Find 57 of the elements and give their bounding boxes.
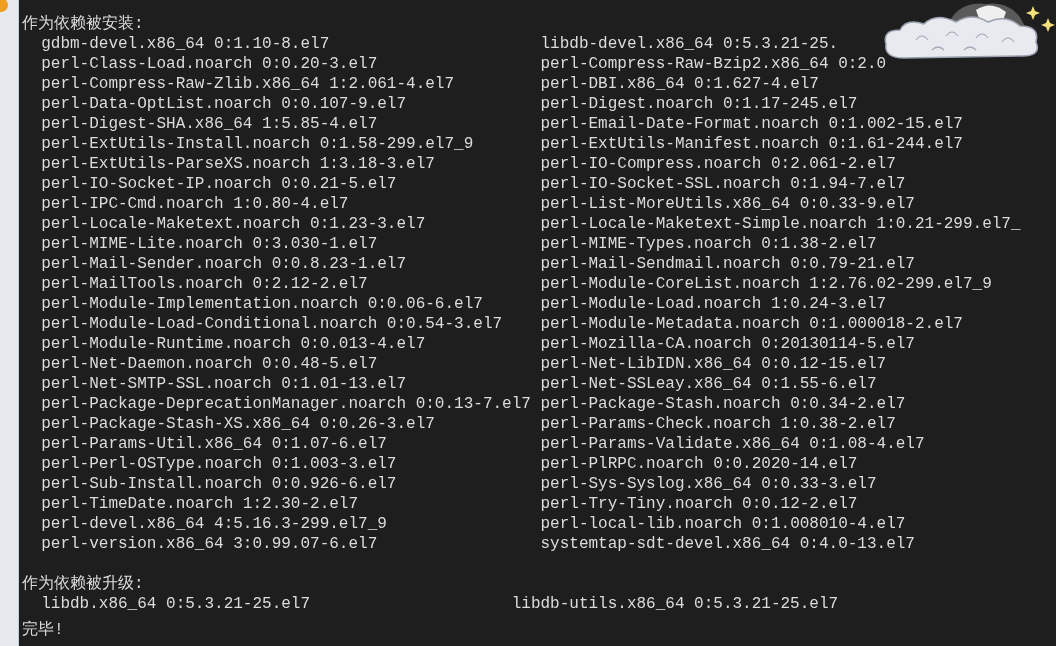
package-name: perl-devel.x86_64 4:5.16.3-299.el7_9 bbox=[41, 514, 387, 534]
package-name: perl-Module-CoreList.noarch 1:2.76.02-299.el7_9 bbox=[540, 274, 992, 294]
package-name: perl-Net-SSLeay.x86_64 0:1.55-6.el7 bbox=[540, 374, 877, 394]
package-name: perl-Params-Util.x86_64 0:1.07-6.el7 bbox=[41, 434, 387, 454]
package-name: perl-Mozilla-CA.noarch 0:20130114-5.el7 bbox=[540, 334, 915, 354]
section-heading: 作为依赖被升级: bbox=[22, 574, 144, 594]
package-name: gdbm-devel.x86_64 0:1.10-8.el7 bbox=[41, 34, 330, 54]
package-name: perl-Net-SMTP-SSL.noarch 0:1.01-13.el7 bbox=[41, 374, 407, 394]
package-name: libdb-devel.x86_64 0:5.3.21-25. bbox=[540, 34, 839, 54]
package-name: perl-Mail-Sender.noarch 0:0.8.23-1.el7 bbox=[41, 254, 407, 274]
package-name: perl-Params-Validate.x86_64 0:1.08-4.el7 bbox=[540, 434, 925, 454]
section-heading: 作为依赖被安装: bbox=[22, 14, 144, 34]
package-name: perl-List-MoreUtils.x86_64 0:0.33-9.el7 bbox=[540, 194, 915, 214]
package-name: perl-MIME-Lite.noarch 0:3.030-1.el7 bbox=[41, 234, 378, 254]
package-name: perl-Params-Check.noarch 1:0.38-2.el7 bbox=[540, 414, 896, 434]
package-name: perl-Class-Load.noarch 0:0.20-3.el7 bbox=[41, 54, 378, 74]
package-name: perl-DBI.x86_64 0:1.627-4.el7 bbox=[540, 74, 819, 94]
package-name: perl-Module-Metadata.noarch 0:1.000018-2.el7 bbox=[540, 314, 963, 334]
package-name: perl-IPC-Cmd.noarch 1:0.80-4.el7 bbox=[41, 194, 349, 214]
package-name: perl-TimeDate.noarch 1:2.30-2.el7 bbox=[41, 494, 359, 514]
package-name: perl-ExtUtils-ParseXS.noarch 1:3.18-3.el7 bbox=[41, 154, 435, 174]
package-name: perl-Net-Daemon.noarch 0:0.48-5.el7 bbox=[41, 354, 378, 374]
package-name: perl-MIME-Types.noarch 0:1.38-2.el7 bbox=[540, 234, 877, 254]
package-name: perl-Digest.noarch 0:1.17-245.el7 bbox=[540, 94, 858, 114]
package-name: perl-Email-Date-Format.noarch 0:1.002-15.el7 bbox=[540, 114, 963, 134]
package-name: perl-Compress-Raw-Bzip2.x86_64 0:2.0 bbox=[540, 54, 887, 74]
package-name: perl-Package-Stash-XS.x86_64 0:0.26-3.el7 bbox=[41, 414, 435, 434]
package-name: perl-IO-Socket-SSL.noarch 0:1.94-7.el7 bbox=[540, 174, 906, 194]
status-text: 完毕! bbox=[22, 620, 64, 640]
package-name: perl-Package-DeprecationManager.noarch 0:0.13-7.el7 bbox=[41, 394, 531, 414]
package-name: perl-Module-Implementation.noarch 0:0.06-6.el7 bbox=[41, 294, 483, 314]
package-name: perl-Module-Load.noarch 1:0.24-3.el7 bbox=[540, 294, 887, 314]
package-name: perl-IO-Socket-IP.noarch 0:0.21-5.el7 bbox=[41, 174, 397, 194]
package-name: perl-PlRPC.noarch 0:0.2020-14.el7 bbox=[540, 454, 858, 474]
package-name: perl-ExtUtils-Manifest.noarch 0:1.61-244.el7 bbox=[540, 134, 963, 154]
package-name: perl-ExtUtils-Install.noarch 0:1.58-299.el7_9 bbox=[41, 134, 474, 154]
package-name: perl-local-lib.noarch 0:1.008010-4.el7 bbox=[540, 514, 906, 534]
package-name: perl-Locale-Maketext-Simple.noarch 1:0.21-299.el7_ bbox=[540, 214, 1021, 234]
package-name: perl-Package-Stash.noarch 0:0.34-2.el7 bbox=[540, 394, 906, 414]
package-name: perl-Perl-OSType.noarch 0:1.003-3.el7 bbox=[41, 454, 397, 474]
package-name: perl-Digest-SHA.x86_64 1:5.85-4.el7 bbox=[41, 114, 378, 134]
package-name: perl-Net-LibIDN.x86_64 0:0.12-15.el7 bbox=[540, 354, 887, 374]
package-name: perl-Sys-Syslog.x86_64 0:0.33-3.el7 bbox=[540, 474, 877, 494]
package-name: systemtap-sdt-devel.x86_64 0:4.0-13.el7 bbox=[540, 534, 915, 554]
package-name: libdb.x86_64 0:5.3.21-25.el7 bbox=[41, 594, 311, 614]
package-name: libdb-utils.x86_64 0:5.3.21-25.el7 bbox=[511, 594, 839, 614]
package-name: perl-MailTools.noarch 0:2.12-2.el7 bbox=[41, 274, 368, 294]
package-name: perl-Locale-Maketext.noarch 0:1.23-3.el7 bbox=[41, 214, 426, 234]
package-name: perl-Compress-Raw-Zlib.x86_64 1:2.061-4.el7 bbox=[41, 74, 455, 94]
package-name: perl-Data-OptList.noarch 0:0.107-9.el7 bbox=[41, 94, 407, 114]
package-name: perl-Module-Load-Conditional.noarch 0:0.54-3.el7 bbox=[41, 314, 503, 334]
package-name: perl-Module-Runtime.noarch 0:0.013-4.el7 bbox=[41, 334, 426, 354]
package-name: perl-version.x86_64 3:0.99.07-6.el7 bbox=[41, 534, 378, 554]
package-name: perl-Try-Tiny.noarch 0:0.12-2.el7 bbox=[540, 494, 858, 514]
package-name: perl-IO-Compress.noarch 0:2.061-2.el7 bbox=[540, 154, 896, 174]
package-name: perl-Sub-Install.noarch 0:0.926-6.el7 bbox=[41, 474, 397, 494]
package-name: perl-Mail-Sendmail.noarch 0:0.79-21.el7 bbox=[540, 254, 915, 274]
